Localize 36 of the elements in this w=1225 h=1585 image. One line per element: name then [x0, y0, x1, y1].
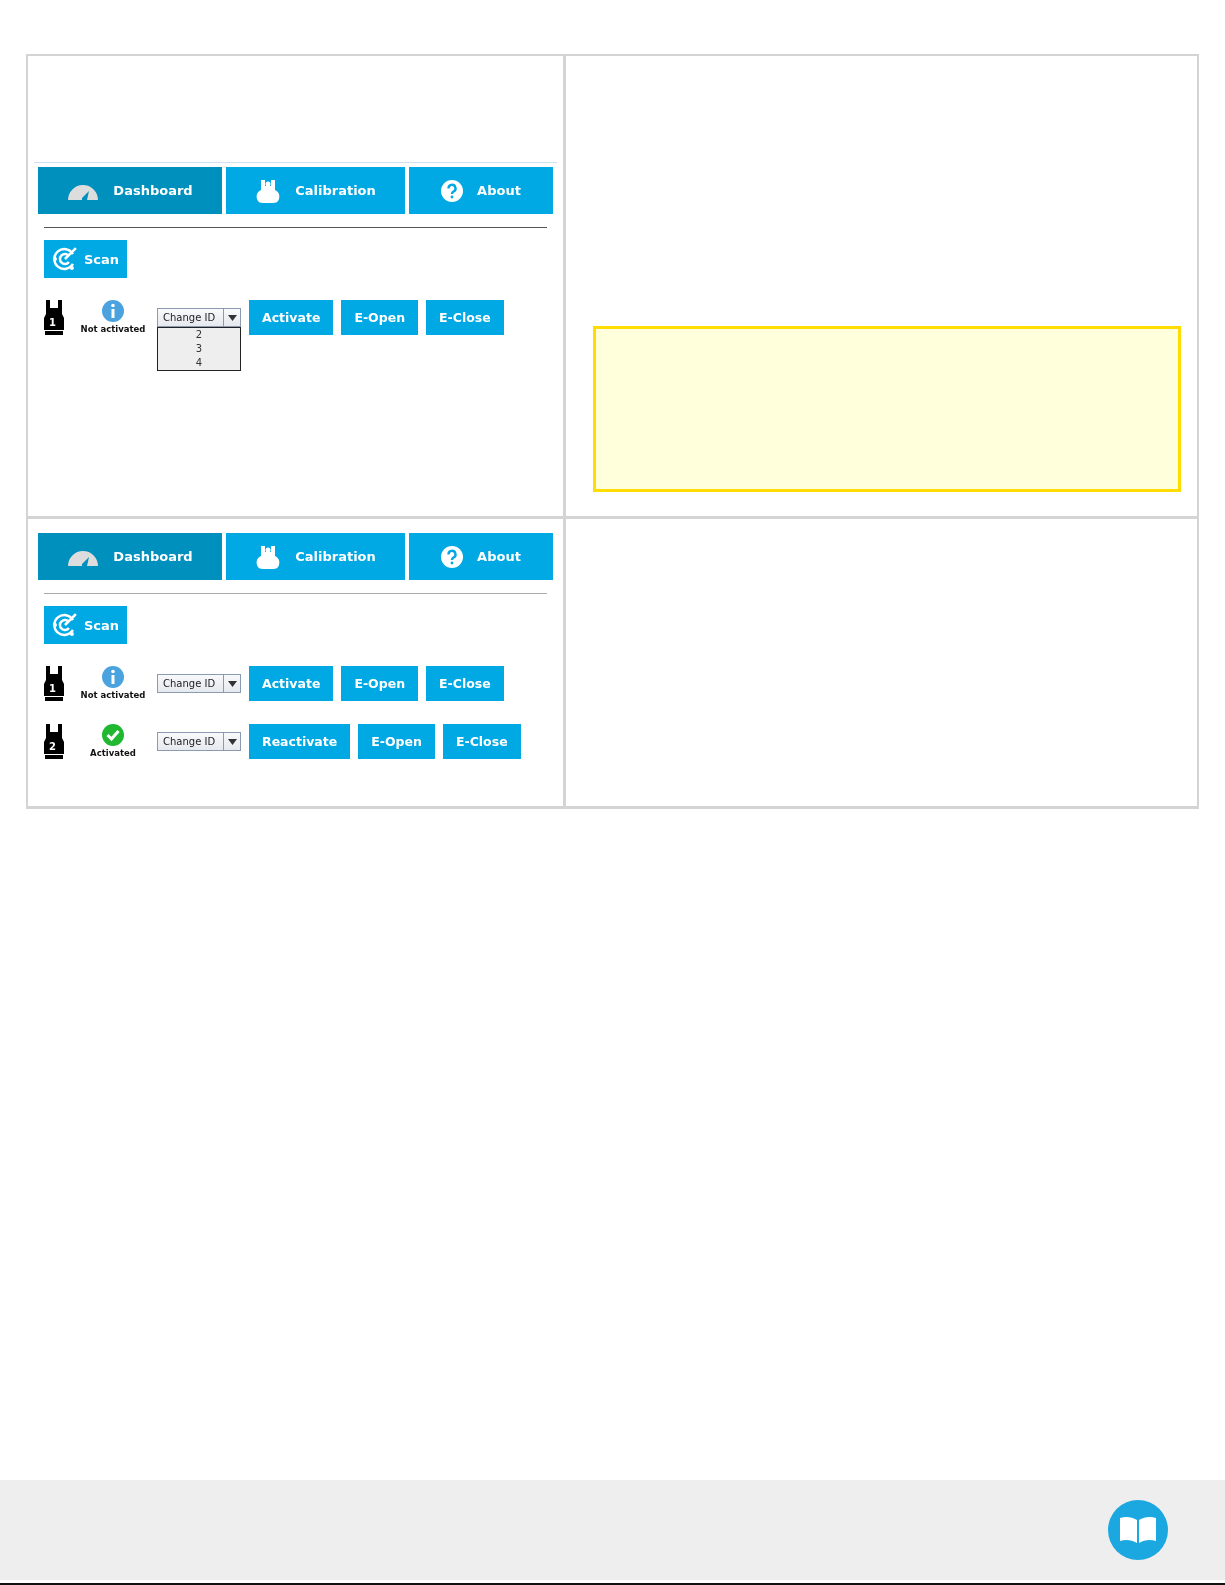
gripper-icon	[255, 178, 282, 203]
status-label: Not activated	[80, 324, 146, 334]
tab[interactable]: About	[409, 533, 553, 580]
action-button[interactable]: Activate	[249, 666, 334, 701]
scan-icon	[52, 246, 78, 272]
caret-icon	[227, 680, 237, 687]
help-icon	[441, 545, 464, 568]
dropdown-option[interactable]: 3	[158, 342, 240, 356]
action-button[interactable]: E-Open	[341, 300, 419, 335]
action-button[interactable]: E-Open	[358, 724, 435, 759]
scan-icon	[52, 612, 78, 638]
tab[interactable]: Dashboard	[38, 533, 222, 580]
scan-button[interactable]: Scan	[44, 606, 127, 644]
change-id-dropdown[interactable]: Change ID	[157, 732, 241, 751]
tab[interactable]: Calibration	[226, 167, 405, 214]
change-id-dropdown[interactable]: Change ID	[157, 308, 241, 327]
action-button[interactable]: E-Open	[341, 666, 419, 701]
action-button[interactable]: Activate	[249, 300, 334, 335]
caret-icon	[227, 738, 237, 745]
gripper-icon	[255, 544, 282, 569]
dropdown-option[interactable]: 4	[158, 356, 240, 370]
status-label: Activated	[90, 748, 136, 758]
book-icon[interactable]	[1108, 1500, 1168, 1560]
tab[interactable]: Dashboard	[38, 167, 222, 214]
tab[interactable]: Calibration	[226, 533, 405, 580]
change-id-dropdown[interactable]: Change ID	[157, 674, 241, 693]
action-button[interactable]: E-Close	[426, 666, 504, 701]
tab[interactable]: About	[409, 167, 553, 214]
scan-button[interactable]: Scan	[44, 240, 127, 278]
action-button[interactable]: Reactivate	[249, 724, 351, 759]
status-label: Not activated	[80, 690, 146, 700]
action-button[interactable]: E-Close	[426, 300, 504, 335]
help-icon	[441, 179, 464, 202]
action-button[interactable]: E-Close	[442, 724, 521, 759]
dropdown-option[interactable]: 2	[158, 328, 240, 342]
caret-icon	[227, 314, 237, 321]
